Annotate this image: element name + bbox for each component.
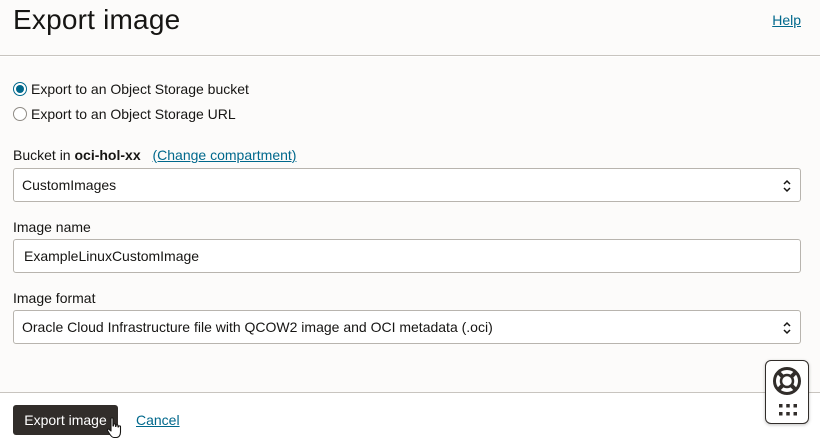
help-link[interactable]: Help (772, 12, 801, 28)
radio-export-bucket[interactable]: Export to an Object Storage bucket (13, 79, 249, 99)
export-image-button[interactable]: Export image (13, 405, 118, 435)
cancel-link[interactable]: Cancel (136, 412, 180, 428)
radio-button-unchecked[interactable] (13, 107, 27, 121)
grid-dots-icon (779, 404, 797, 416)
chevron-up-down-icon (783, 179, 791, 193)
radio-label: Export to an Object Storage URL (31, 106, 236, 122)
image-format-select[interactable]: Oracle Cloud Infrastructure file with QC… (13, 310, 801, 344)
radio-label: Export to an Object Storage bucket (31, 81, 249, 97)
export-form: Export to an Object Storage bucket Expor… (0, 57, 820, 392)
bucket-label-prefix: Bucket in (13, 147, 71, 163)
image-name-value: ExampleLinuxCustomImage (24, 248, 200, 264)
panel-header: Export image Help (0, 0, 820, 56)
compartment-name: oci-hol-xx (74, 147, 141, 163)
image-format-label: Image format (13, 290, 96, 306)
bucket-select-value: CustomImages (22, 177, 117, 193)
image-name-label: Image name (13, 219, 91, 235)
lifebuoy-icon (773, 367, 801, 395)
help-widget[interactable] (765, 360, 809, 424)
bucket-select[interactable]: CustomImages (13, 168, 801, 202)
image-format-value: Oracle Cloud Infrastructure file with QC… (22, 319, 493, 335)
image-name-input[interactable]: ExampleLinuxCustomImage (13, 239, 801, 273)
radio-export-url[interactable]: Export to an Object Storage URL (13, 104, 236, 124)
chevron-up-down-icon (783, 321, 791, 335)
page-title: Export image (13, 4, 181, 35)
change-compartment-link[interactable]: (Change compartment) (153, 147, 297, 163)
panel-footer: Export image Cancel (0, 392, 820, 441)
hand-pointer-cursor-icon (106, 417, 122, 439)
radio-button-checked[interactable] (13, 82, 27, 96)
bucket-label: Bucket in oci-hol-xx (Change compartment… (13, 147, 296, 163)
